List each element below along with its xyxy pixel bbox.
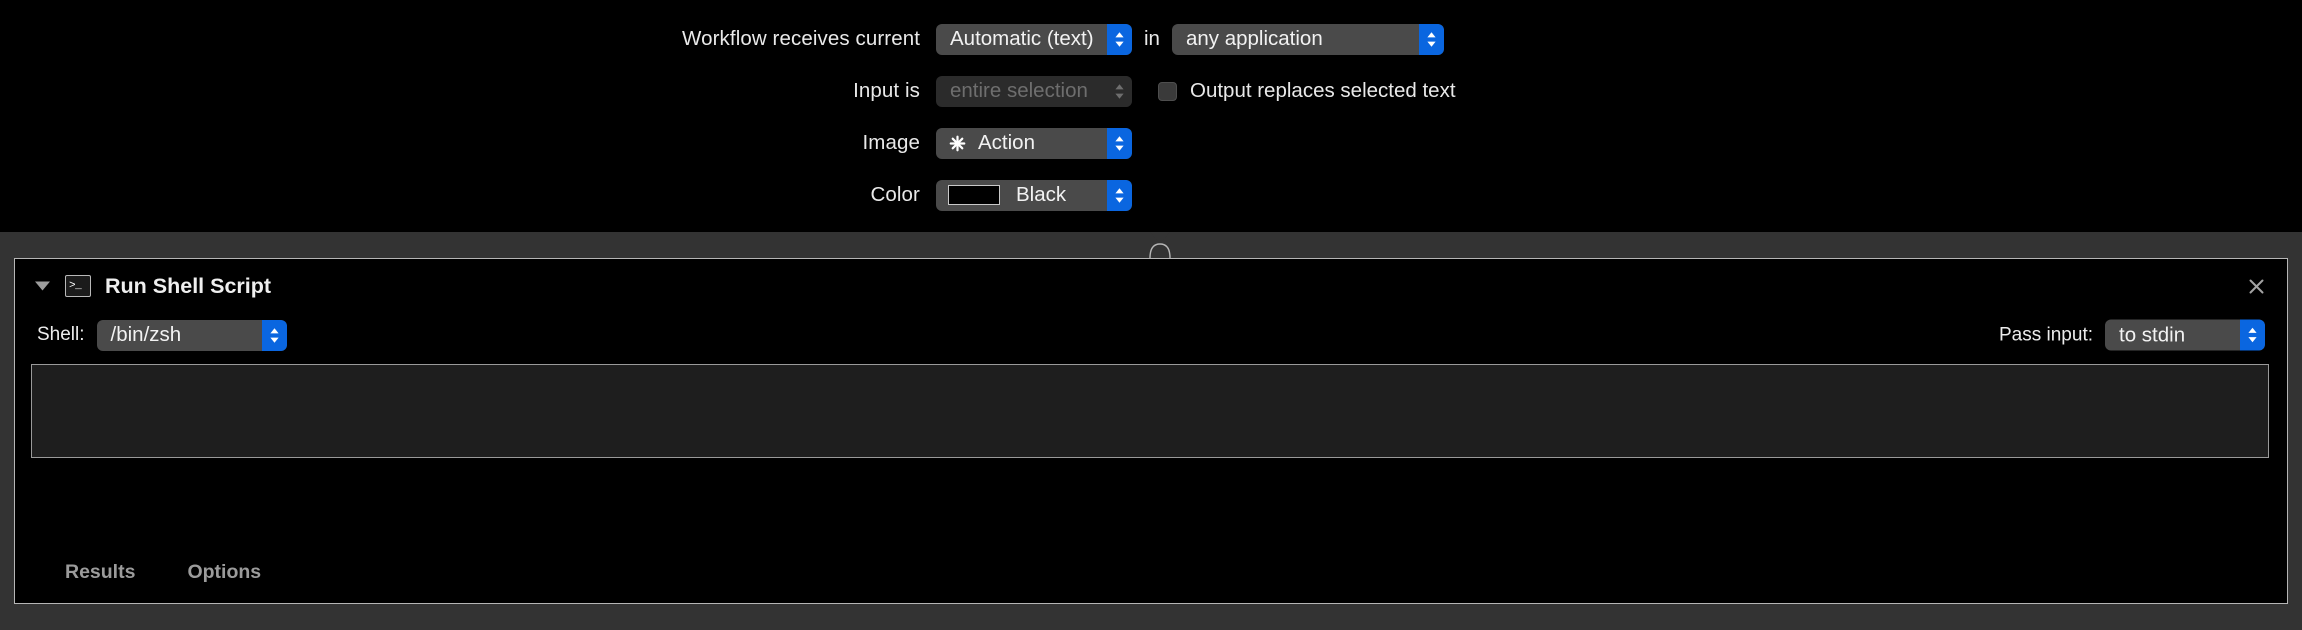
image-select[interactable]: Action <box>936 127 1132 159</box>
input-is-value: entire selection <box>950 79 1088 102</box>
action-footer: Results Options <box>15 541 2287 603</box>
output-replaces-checkbox[interactable]: Output replaces selected text <box>1158 79 1456 103</box>
chevron-updown-icon[interactable] <box>261 319 287 351</box>
pass-input-value: to stdin <box>2119 323 2186 346</box>
shell-select[interactable]: /bin/zsh <box>96 319 287 351</box>
pass-input-group: Pass input: to stdin <box>1999 319 2265 351</box>
input-is-select[interactable]: entire selection <box>936 75 1132 107</box>
workflow-receives-label: Workflow receives current <box>682 27 920 50</box>
run-shell-script-action: >_ Run Shell Script Shell: /bin/zsh Pass… <box>14 258 2288 604</box>
terminal-icon: >_ <box>65 275 91 297</box>
tab-options[interactable]: Options <box>187 561 261 584</box>
shell-value: /bin/zsh <box>110 323 182 346</box>
pass-input-label: Pass input: <box>1999 324 2093 345</box>
workflow-receives-select[interactable]: Automatic (text) <box>936 23 1132 55</box>
workflow-receives-value: Automatic (text) <box>950 27 1094 50</box>
script-editor[interactable] <box>31 364 2269 458</box>
shell-row: Shell: /bin/zsh Pass input: to stdin <box>15 313 2287 357</box>
workflow-application-select[interactable]: any application <box>1171 23 1444 55</box>
color-value: Black <box>1016 183 1067 206</box>
chevron-updown-icon[interactable] <box>1107 23 1132 55</box>
workflow-application-value: any application <box>1185 27 1323 50</box>
input-is-row: Input is entire selection Output replace… <box>0 75 1456 107</box>
image-value: Action <box>978 131 1035 154</box>
action-header: >_ Run Shell Script <box>15 259 2287 313</box>
shell-label: Shell: <box>37 324 85 345</box>
workflow-receives-row: Workflow receives current Automatic (tex… <box>0 23 1444 55</box>
output-replaces-label: Output replaces selected text <box>1190 79 1456 102</box>
workflow-settings-panel: Workflow receives current Automatic (tex… <box>0 0 2302 232</box>
chevron-updown-icon[interactable] <box>1418 23 1444 55</box>
tab-results[interactable]: Results <box>65 561 135 584</box>
workflow-receives-connector: in <box>1144 27 1160 50</box>
close-icon[interactable] <box>2243 273 2269 299</box>
color-label: Color <box>870 183 920 206</box>
chevron-updown-icon[interactable] <box>1107 127 1132 159</box>
chevron-updown-icon[interactable] <box>1107 179 1132 211</box>
image-label: Image <box>862 131 920 154</box>
action-title: Run Shell Script <box>105 273 272 298</box>
checkbox-box[interactable] <box>1158 81 1177 101</box>
chevron-updown-icon[interactable] <box>2240 319 2265 351</box>
chevron-updown-icon <box>1107 75 1132 107</box>
image-row: Image Action <box>0 127 1132 159</box>
script-editor-content[interactable] <box>32 365 2268 377</box>
color-select[interactable]: Black <box>936 179 1132 211</box>
color-row: Color Black <box>0 179 1132 211</box>
input-is-label: Input is <box>853 79 920 102</box>
color-swatch <box>948 185 1000 205</box>
pass-input-select[interactable]: to stdin <box>2105 319 2265 351</box>
disclosure-triangle-icon[interactable] <box>31 280 53 292</box>
terminal-prompt-glyph: >_ <box>69 279 82 292</box>
